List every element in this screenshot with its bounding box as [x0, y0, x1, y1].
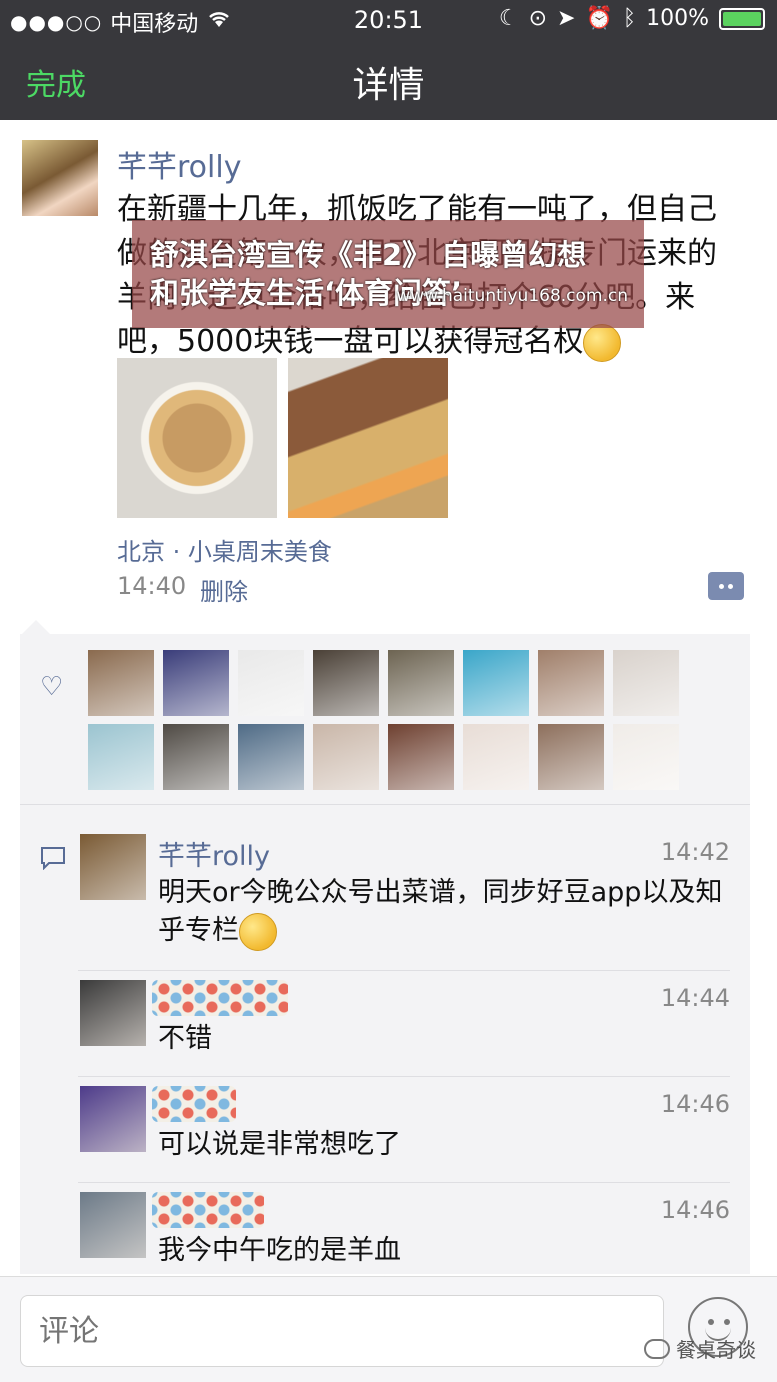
- likes-divider: [20, 804, 750, 805]
- comment-time: 14:46: [660, 1090, 730, 1118]
- moon-icon: ☾: [498, 6, 519, 31]
- smirk-emoji-icon: [583, 323, 622, 362]
- liker-avatar[interactable]: [613, 650, 679, 716]
- liker-avatar[interactable]: [613, 724, 679, 790]
- commenter-avatar[interactable]: [80, 834, 146, 900]
- post-time: 14:40: [117, 572, 187, 600]
- comment-icon: [40, 846, 66, 876]
- comment-time: 14:46: [660, 1196, 730, 1224]
- comment-text: 我今中午吃的是羊血: [158, 1235, 401, 1266]
- liker-avatar[interactable]: [88, 724, 154, 790]
- battery-percent: 100%: [646, 6, 709, 31]
- liker-avatar[interactable]: [313, 650, 379, 716]
- overlay-headline-1: 舒淇台湾宣传《非2》 自曝曾幻想: [150, 238, 587, 272]
- liker-avatar[interactable]: [388, 724, 454, 790]
- location-arrow-icon: ➤: [557, 6, 576, 31]
- promo-overlay-banner: 舒淇台湾宣传《非2》 自曝曾幻想 和张学友生活‘体育问答’ www.haitun…: [132, 220, 644, 328]
- comment-divider: [78, 1182, 730, 1183]
- post-photo-2[interactable]: [288, 358, 448, 518]
- liker-avatar[interactable]: [463, 650, 529, 716]
- liker-avatar[interactable]: [88, 650, 154, 716]
- likes-avatar-grid: [88, 650, 688, 790]
- comment-text: 可以说是非常想吃了: [158, 1129, 401, 1160]
- comment-time: 14:42: [660, 838, 730, 866]
- likes-box-caret: [22, 620, 50, 634]
- more-actions-button[interactable]: [708, 572, 744, 600]
- liker-avatar[interactable]: [238, 724, 304, 790]
- author-name[interactable]: 芊芊rolly: [117, 142, 241, 186]
- page-title: 详情: [352, 65, 425, 106]
- commenter-avatar[interactable]: [80, 1192, 146, 1258]
- overlay-url: www.haituntiyu168.com.cn: [396, 286, 628, 306]
- rotation-lock-icon: ⊙: [528, 6, 548, 31]
- status-bar: ●●●○○ 中国移动 20:51 ☾ ⊙ ➤ ⏰ ᛒ 100%: [0, 0, 777, 40]
- smirk-emoji-icon: [239, 912, 277, 951]
- comment-text: 明天or今晚公众号出菜谱，同步好豆app以及知乎专栏: [158, 874, 728, 951]
- battery-icon: [719, 7, 765, 30]
- heart-icon: ♡: [40, 672, 64, 702]
- comment-divider: [78, 1076, 730, 1077]
- bluetooth-icon: ᛒ: [622, 6, 637, 31]
- likes-comments-panel: ♡ 芊芊rolly 14:42 明天or今晚公众号出菜谱，同步好豆app以及知乎…: [20, 634, 750, 1274]
- comment-input-bar: [0, 1276, 777, 1382]
- liker-avatar[interactable]: [163, 650, 229, 716]
- alarm-icon: ⏰: [585, 6, 613, 31]
- commenter-avatar[interactable]: [80, 1086, 146, 1152]
- comment-time: 14:44: [660, 984, 730, 1012]
- author-avatar[interactable]: [22, 140, 98, 216]
- comment-divider: [78, 970, 730, 971]
- liker-avatar[interactable]: [163, 724, 229, 790]
- nav-bar: 完成 详情: [0, 40, 777, 120]
- liker-avatar[interactable]: [238, 650, 304, 716]
- liker-avatar[interactable]: [538, 724, 604, 790]
- source-watermark: 餐桌奇谈: [644, 1334, 756, 1363]
- commenter-name-redacted: [152, 1086, 236, 1122]
- wechat-logo-icon: [644, 1338, 670, 1359]
- watermark-text: 餐桌奇谈: [676, 1338, 756, 1362]
- liker-avatar[interactable]: [463, 724, 529, 790]
- status-right: ☾ ⊙ ➤ ⏰ ᛒ 100%: [499, 6, 765, 31]
- commenter-name[interactable]: 芊芊rolly: [158, 834, 270, 873]
- comment-input[interactable]: [20, 1295, 664, 1367]
- liker-avatar[interactable]: [538, 650, 604, 716]
- commenter-name-redacted: [152, 980, 288, 1016]
- post-photo-1[interactable]: [117, 358, 277, 518]
- post-location[interactable]: 北京 · 小桌周末美食: [117, 532, 332, 567]
- liker-avatar[interactable]: [313, 724, 379, 790]
- comment-text: 不错: [158, 1023, 212, 1054]
- commenter-avatar[interactable]: [80, 980, 146, 1046]
- liker-avatar[interactable]: [388, 650, 454, 716]
- delete-link[interactable]: 删除: [200, 572, 248, 607]
- commenter-name-redacted: [152, 1192, 264, 1228]
